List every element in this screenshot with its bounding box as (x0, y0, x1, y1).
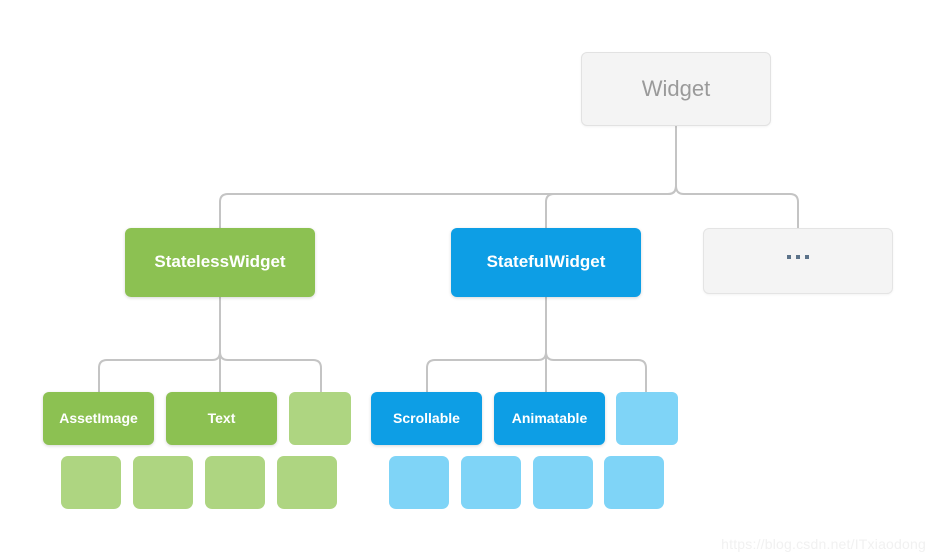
edge-statelesswidget-to-assetimage (98, 351, 221, 393)
node-ellipsis-placeholder[interactable] (703, 228, 893, 294)
edge-root-to-statelesswidget (219, 185, 677, 229)
node-green-chip[interactable] (205, 456, 265, 509)
node-animatable-label: Animatable (511, 409, 588, 426)
diagram-canvas: Widget StatelessWidget StatefulWidget As… (0, 0, 938, 560)
edge-statefulwidget-to-blue-placeholder (545, 351, 647, 393)
node-blue-chip[interactable] (604, 456, 664, 509)
node-blue-chip[interactable] (389, 456, 449, 509)
node-widget-label: Widget (641, 75, 711, 101)
edge-statelesswidget-to-green-placeholder (219, 351, 322, 393)
node-statelesswidget-label: StatelessWidget (154, 252, 286, 272)
watermark-text: https://blog.csdn.net/ITxiaodong (721, 536, 926, 552)
node-blue-chip[interactable] (533, 456, 593, 509)
node-green-placeholder[interactable] (289, 392, 351, 445)
node-text-label: Text (207, 409, 236, 426)
node-statefulwidget-label: StatefulWidget (486, 252, 606, 272)
edge-root-to-ellipsis (675, 185, 799, 229)
node-blue-chip[interactable] (461, 456, 521, 509)
node-widget[interactable]: Widget (581, 52, 771, 126)
node-blue-placeholder[interactable] (616, 392, 678, 445)
node-animatable[interactable]: Animatable (494, 392, 605, 445)
node-statelesswidget[interactable]: StatelessWidget (125, 228, 315, 297)
node-text[interactable]: Text (166, 392, 277, 445)
node-statefulwidget[interactable]: StatefulWidget (451, 228, 641, 297)
node-scrollable-label: Scrollable (393, 409, 460, 426)
edge-statefulwidget-to-scrollable (426, 351, 547, 393)
edge-root-to-statefulwidget (545, 185, 677, 229)
node-assetimage-label: AssetImage (59, 409, 138, 426)
node-scrollable[interactable]: Scrollable (371, 392, 482, 445)
node-assetimage[interactable]: AssetImage (43, 392, 154, 445)
node-green-chip[interactable] (133, 456, 193, 509)
ellipsis-icon (787, 255, 809, 259)
node-green-chip[interactable] (277, 456, 337, 509)
node-green-chip[interactable] (61, 456, 121, 509)
